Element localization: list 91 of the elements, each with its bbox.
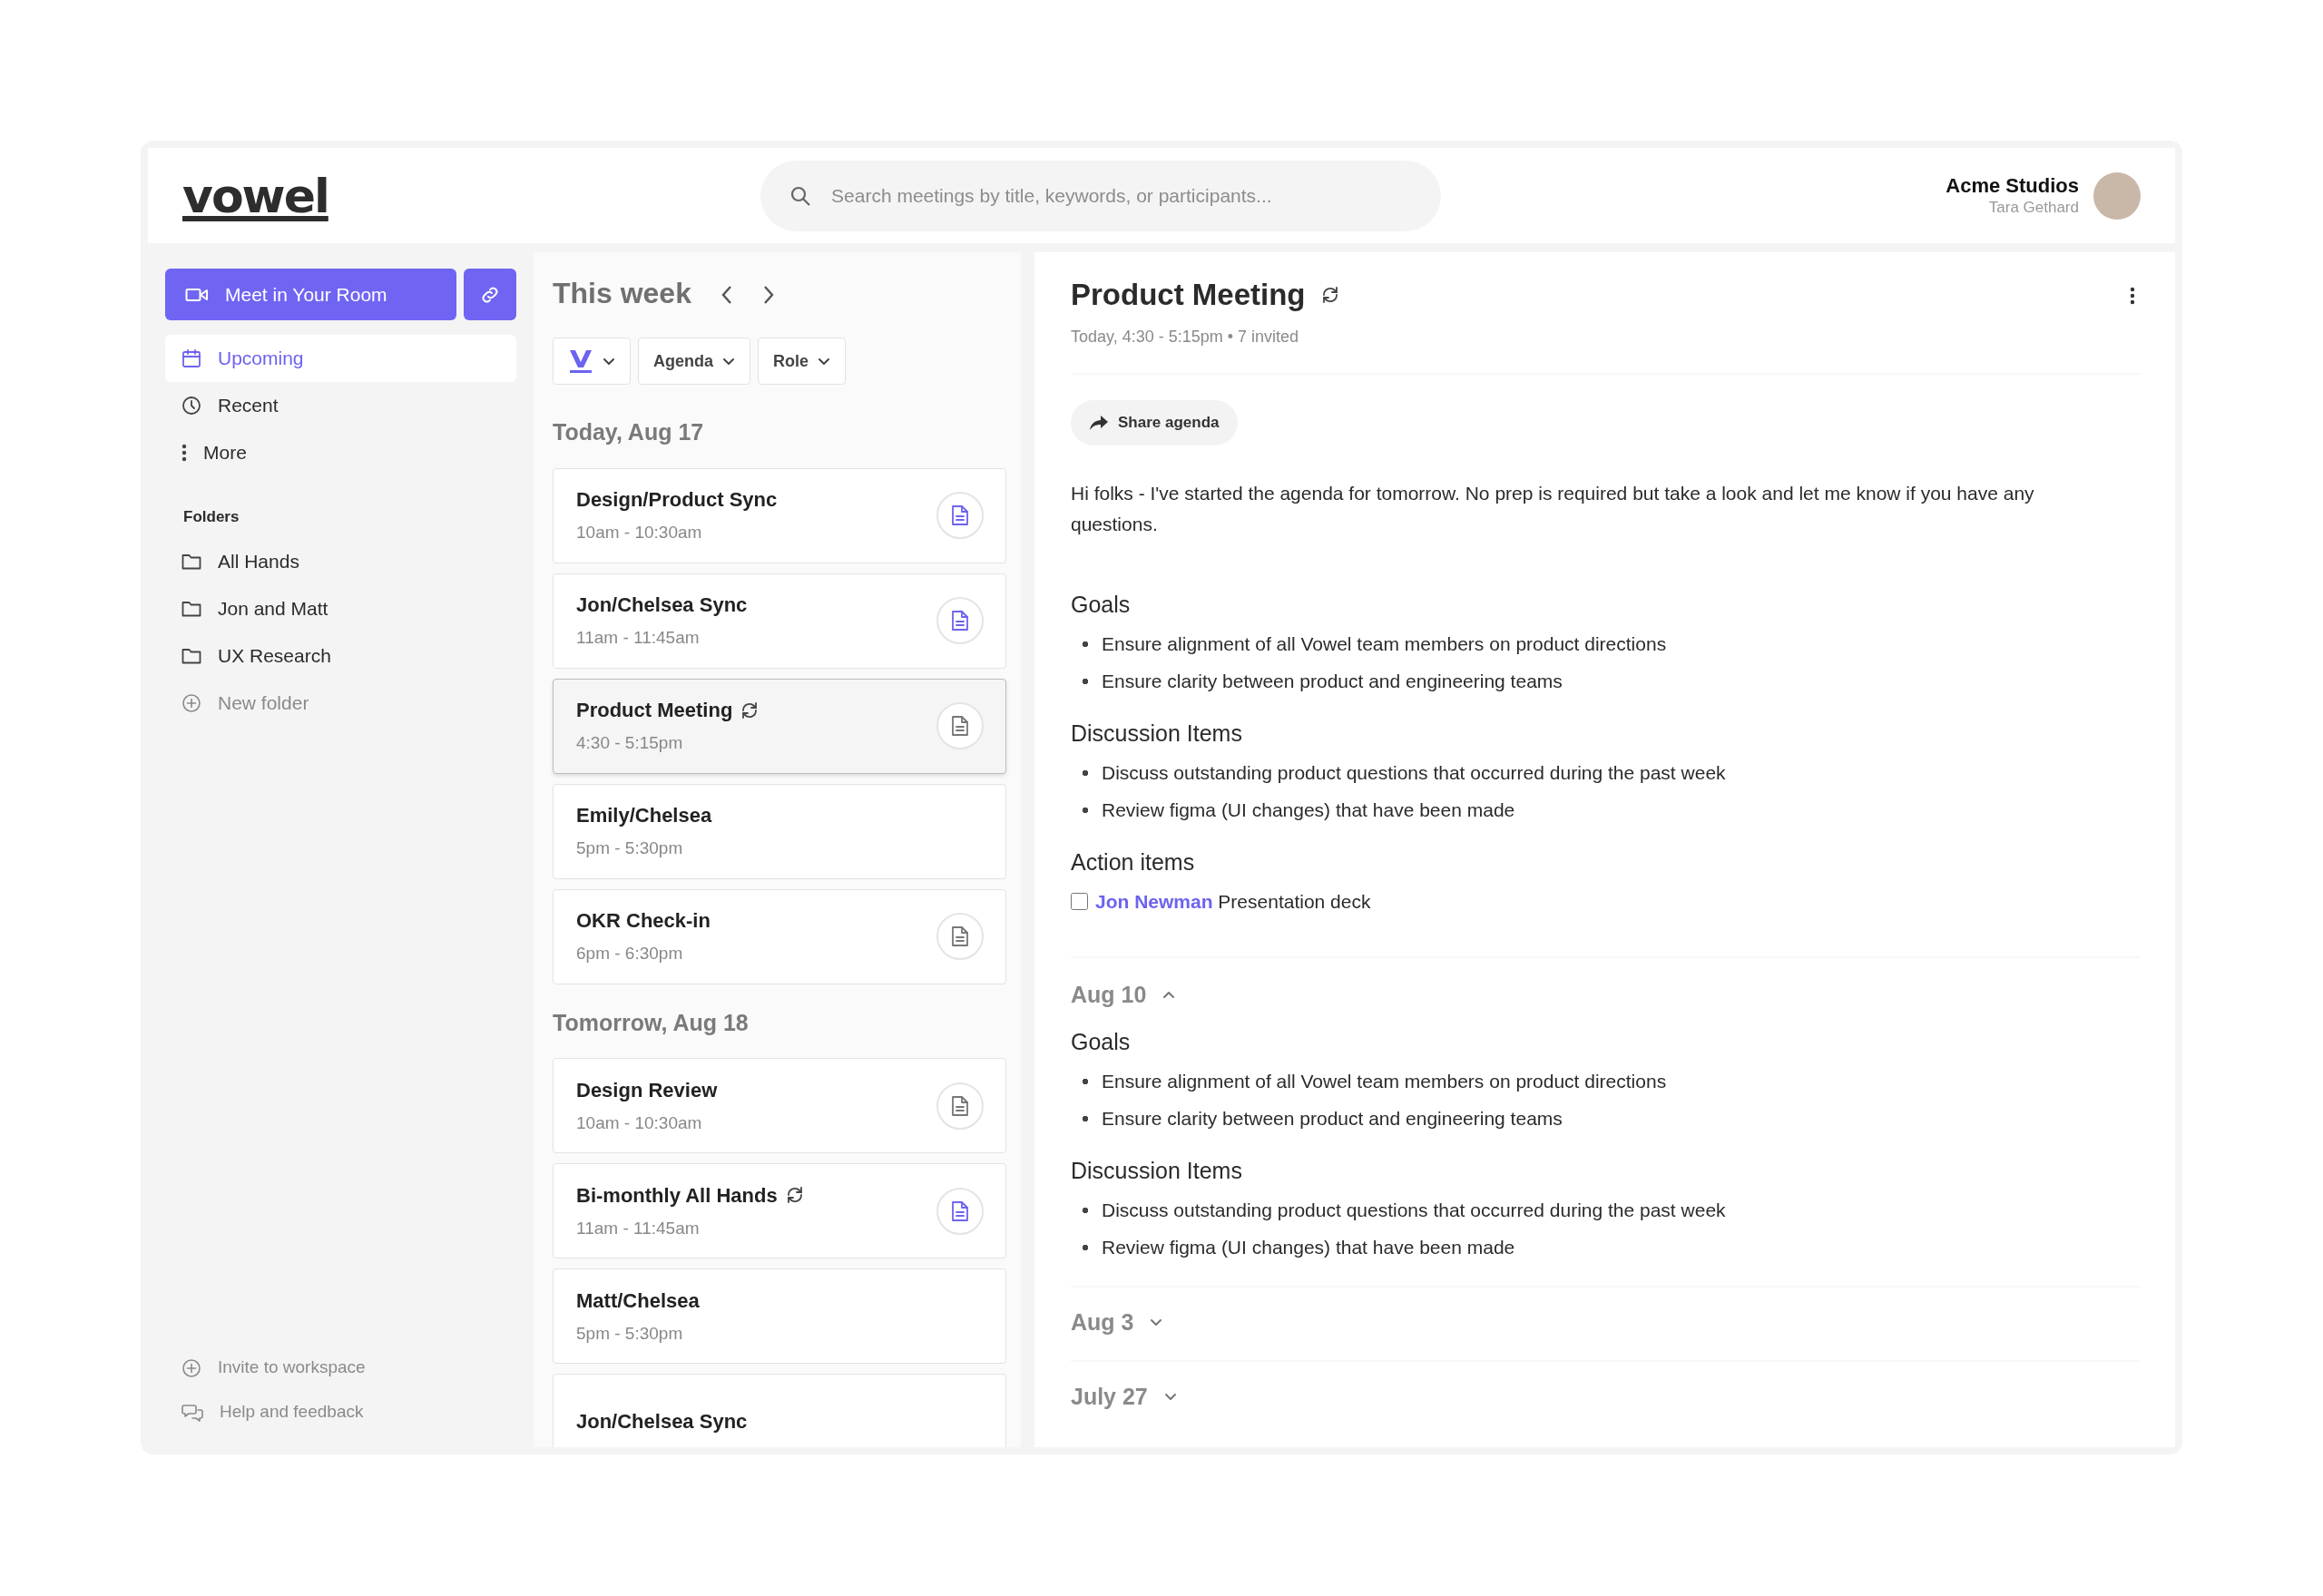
meeting-details: Today, 4:30 - 5:15pm • 7 invited xyxy=(1071,326,1300,348)
section-heading: Discussion Items xyxy=(1071,1157,1243,1184)
meeting-title: Design/Product Sync xyxy=(576,487,778,514)
chevron-down-icon xyxy=(1163,1392,1177,1401)
more-icon xyxy=(181,444,187,462)
meeting-card[interactable]: Matt/Chelsea 5pm - 5:30pm xyxy=(553,1268,1006,1364)
week-title: This week xyxy=(553,276,691,311)
search-field[interactable]: Search meetings by title, keywords, or participants... xyxy=(760,160,1442,231)
agenda-intro: Hi folks - I've started the agenda for tomorrow. No prep is required but take a look and let me know if you have any questions. xyxy=(1071,481,2035,536)
document-icon xyxy=(951,610,969,632)
meeting-card[interactable]: Emily/Chelsea 5pm - 5:30pm xyxy=(553,783,1006,879)
folder-icon xyxy=(181,646,201,665)
folder-item[interactable]: UX Research xyxy=(165,632,516,680)
meeting-title: OKR Check-in xyxy=(576,908,711,935)
chevron-down-icon xyxy=(818,357,831,366)
logo-mark-icon xyxy=(568,348,593,374)
meeting-time: 4:30 - 5:15pm xyxy=(576,732,684,755)
meeting-title: Bi-monthly All Hands xyxy=(576,1182,778,1209)
share-agenda-button[interactable]: Share agenda xyxy=(1071,399,1238,446)
document-icon xyxy=(951,715,969,737)
meeting-time: 6pm - 6:30pm xyxy=(576,943,684,965)
action-checkbox[interactable] xyxy=(1071,892,1088,910)
meeting-time: 10am - 10:30am xyxy=(576,522,703,544)
filter-dropdown[interactable]: Agenda xyxy=(638,338,750,385)
meeting-card[interactable]: OKR Check-in 6pm - 6:30pm xyxy=(553,888,1006,984)
chevron-down-icon xyxy=(603,357,615,366)
folders-heading: Folders xyxy=(182,507,240,527)
agenda-button[interactable] xyxy=(936,913,984,960)
document-icon xyxy=(951,925,969,947)
calendar-icon xyxy=(181,348,201,368)
agenda-button[interactable] xyxy=(936,1187,984,1235)
plus-circle-icon xyxy=(181,692,201,713)
section-heading: Action items xyxy=(1071,847,1196,876)
workspace-name: Acme Studios xyxy=(1946,174,2079,199)
agenda-button[interactable] xyxy=(936,1082,984,1130)
chevron-up-icon xyxy=(1162,990,1176,999)
document-icon xyxy=(951,1199,969,1222)
meeting-time: 11am - 11:45am xyxy=(576,627,701,650)
meeting-time: 5pm - 5:30pm xyxy=(576,837,684,860)
meeting-title: Emily/Chelsea xyxy=(576,803,712,829)
meeting-card[interactable]: Design/Product Sync 10am - 10:30am xyxy=(553,467,1006,563)
folder-icon xyxy=(181,552,201,571)
sidebar-item[interactable]: More xyxy=(165,429,516,476)
meeting-card[interactable]: Jon/Chelsea Sync 11am - 11:45am xyxy=(553,573,1006,669)
chevron-down-icon xyxy=(722,357,735,366)
folder-item[interactable]: Jon and Matt xyxy=(165,584,516,632)
agenda-button[interactable] xyxy=(936,492,984,539)
share-arrow-icon xyxy=(1089,414,1109,431)
meeting-title: Jon/Chelsea Sync xyxy=(576,1409,748,1434)
section-heading: Goals xyxy=(1071,1028,1132,1055)
search-icon xyxy=(789,184,812,207)
day-heading: Tomorrow, Aug 18 xyxy=(553,1008,750,1037)
sidebar-item[interactable]: Recent xyxy=(165,382,516,429)
section-heading: Discussion Items xyxy=(1071,719,1243,747)
agenda-button[interactable] xyxy=(936,702,984,749)
meeting-card[interactable]: Design Review 10am - 10:30am xyxy=(553,1058,1006,1153)
meeting-title: Jon/Chelsea Sync xyxy=(576,592,748,619)
meeting-card[interactable]: Jon/Chelsea Sync xyxy=(553,1374,1006,1447)
meeting-title: Product Meeting xyxy=(576,698,733,724)
day-heading: Today, Aug 17 xyxy=(553,418,705,446)
video-camera-icon xyxy=(185,286,209,303)
document-icon xyxy=(951,1094,969,1117)
meeting-time: 11am - 11:45am xyxy=(576,1217,701,1239)
filter-dropdown[interactable]: Role xyxy=(758,338,847,385)
brand-filter-dropdown[interactable] xyxy=(553,338,631,385)
chevron-right-icon xyxy=(761,284,775,305)
chat-bubbles-icon xyxy=(181,1402,203,1423)
copy-link-button[interactable] xyxy=(464,269,516,320)
document-icon xyxy=(951,504,969,526)
meeting-title: Matt/Chelsea xyxy=(576,1288,700,1314)
logo: vowel xyxy=(182,171,328,220)
meeting-card[interactable]: Product Meeting 4:30 - 5:15pm xyxy=(553,678,1006,774)
folder-icon xyxy=(181,599,201,618)
chevron-left-icon xyxy=(720,284,733,305)
agenda-button[interactable] xyxy=(936,597,984,644)
folder-item[interactable]: All Hands xyxy=(165,537,516,585)
meeting-time: 5pm - 5:30pm xyxy=(576,1322,684,1345)
chevron-down-icon xyxy=(1150,1318,1163,1327)
section-heading: Goals xyxy=(1071,590,1132,618)
clock-icon xyxy=(181,396,201,416)
meeting-time: 10am - 10:30am xyxy=(576,1111,703,1134)
more-icon xyxy=(2130,287,2135,306)
meeting-title: Product Meeting xyxy=(1071,277,1306,313)
plus-circle-icon xyxy=(181,1357,201,1378)
action-item-text: Jon Newman Presentation deck xyxy=(1095,889,1371,914)
assignee-link[interactable]: Jon Newman xyxy=(1095,890,1213,912)
meeting-card[interactable]: Bi-monthly All Hands 11am - 11:45am xyxy=(553,1163,1006,1258)
meet-in-room-button[interactable]: Meet in Your Room xyxy=(165,269,456,320)
meeting-title: Design Review xyxy=(576,1077,718,1103)
sidebar-item[interactable]: Upcoming xyxy=(165,335,516,382)
user-name: Tara Gethard xyxy=(1987,198,2079,217)
